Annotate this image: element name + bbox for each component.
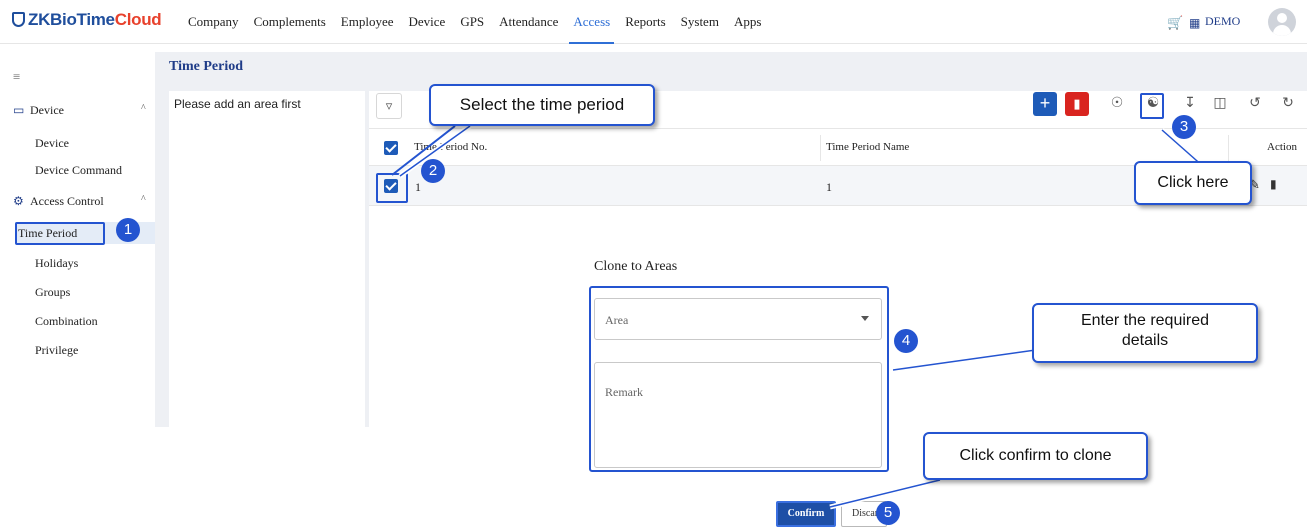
nav-access[interactable]: Access — [569, 0, 615, 44]
cart-icon[interactable]: 🛒 — [1167, 15, 1183, 31]
chevron-up-icon: ^ — [141, 103, 146, 114]
filter-icon: ▿ — [385, 98, 393, 113]
column-header-action: Action — [1267, 141, 1297, 153]
location-add-button[interactable]: ☉ — [1105, 92, 1129, 116]
nav-complements[interactable]: Complements — [254, 0, 326, 44]
main-nav: Company Complements Employee Device GPS … — [188, 0, 776, 44]
nav-attendance[interactable]: Attendance — [499, 0, 558, 44]
plus-icon: + — [1039, 93, 1051, 113]
top-nav-bar: ZKBioTimeCloud Company Complements Emplo… — [0, 0, 1307, 44]
sidebar-item-combination[interactable]: Combination — [35, 314, 98, 329]
callout-select-time-period: Select the time period — [429, 84, 655, 126]
add-button[interactable]: + — [1033, 92, 1057, 116]
column-header-name[interactable]: Time Period Name — [826, 141, 909, 153]
highlight-dialog-fields — [589, 286, 889, 472]
column-separator — [820, 135, 821, 161]
callout-confirm: Click confirm to clone — [923, 432, 1148, 480]
column-separator — [1228, 135, 1229, 161]
cell-time-period-no: 1 — [415, 180, 421, 194]
sidebar-group-access-control[interactable]: ⚙ Access Control ^ — [13, 194, 146, 209]
history-button[interactable]: ↺ — [1243, 92, 1267, 116]
cell-time-period-name: 1 — [826, 180, 832, 194]
nav-device[interactable]: Device — [409, 0, 446, 44]
trash-icon: ▮ — [1073, 96, 1081, 111]
sidebar-item-privilege[interactable]: Privilege — [35, 343, 78, 358]
logo-cloud-text: Cloud — [114, 10, 162, 29]
highlight-row-checkbox — [376, 173, 408, 203]
user-name[interactable]: DEMO — [1205, 14, 1240, 29]
sidebar-item-groups[interactable]: Groups — [35, 285, 70, 300]
step-badge-3: 3 — [1172, 115, 1196, 139]
device-icon: ▭ — [13, 103, 25, 117]
step-badge-4: 4 — [894, 329, 918, 353]
trash-icon[interactable]: ▮ — [1270, 177, 1277, 192]
columns-button[interactable]: ◫ — [1208, 92, 1232, 116]
sidebar-item-device-command[interactable]: Device Command — [35, 163, 122, 178]
nav-system[interactable]: System — [681, 0, 719, 44]
avatar-body — [1273, 25, 1291, 36]
step-badge-5: 5 — [876, 501, 900, 525]
export-button[interactable]: ↧ — [1178, 92, 1202, 116]
nav-reports[interactable]: Reports — [625, 0, 665, 44]
filter-button[interactable]: ▿ — [376, 93, 402, 119]
confirm-button[interactable]: Confirm — [776, 501, 836, 527]
sidebar-item-device[interactable]: Device — [35, 136, 69, 151]
sidebar-group-label: Device — [30, 103, 64, 117]
avatar-head — [1277, 13, 1287, 23]
sidebar-group-device[interactable]: ▭ Device ^ — [13, 103, 146, 118]
sidebar-item-holidays[interactable]: Holidays — [35, 256, 78, 271]
delete-button[interactable]: ▮ — [1065, 92, 1089, 116]
nav-employee[interactable]: Employee — [341, 0, 394, 44]
column-header-no[interactable]: Time Period No. — [414, 141, 487, 153]
select-all-checkbox[interactable] — [384, 141, 398, 155]
page-title: Time Period — [169, 59, 244, 74]
columns-icon: ◫ — [1213, 96, 1227, 111]
step-badge-2: 2 — [421, 159, 445, 183]
area-tree-panel — [169, 91, 365, 427]
highlight-time-period — [15, 222, 105, 245]
refresh-icon: ↻ — [1282, 96, 1294, 111]
refresh-button[interactable]: ↻ — [1276, 92, 1300, 116]
avatar[interactable] — [1268, 8, 1296, 36]
nav-company[interactable]: Company — [188, 0, 239, 44]
logo-brand-text: ZKBioTime — [28, 10, 115, 29]
collapse-menu-icon[interactable]: ≡ — [13, 69, 20, 85]
shield-logo-icon — [12, 12, 25, 27]
dialog-title: Clone to Areas — [594, 259, 678, 274]
highlight-clone-button — [1140, 93, 1164, 119]
chevron-up-icon: ^ — [141, 194, 146, 205]
app-logo[interactable]: ZKBioTimeCloud — [12, 10, 162, 30]
nav-apps[interactable]: Apps — [734, 0, 761, 44]
nav-gps[interactable]: GPS — [460, 0, 484, 44]
gear-icon: ⚙ — [13, 194, 24, 208]
company-icon: ▦ — [1189, 16, 1201, 30]
step-badge-1: 1 — [116, 218, 140, 242]
location-plus-icon: ☉ — [1110, 96, 1124, 111]
history-icon: ↺ — [1249, 96, 1261, 111]
sidebar-group-label: Access Control — [30, 194, 104, 208]
area-empty-message: Please add an area first — [174, 97, 301, 111]
callout-enter-details: Enter the required details — [1032, 303, 1258, 363]
callout-click-here: Click here — [1134, 161, 1252, 205]
download-icon: ↧ — [1184, 96, 1196, 111]
